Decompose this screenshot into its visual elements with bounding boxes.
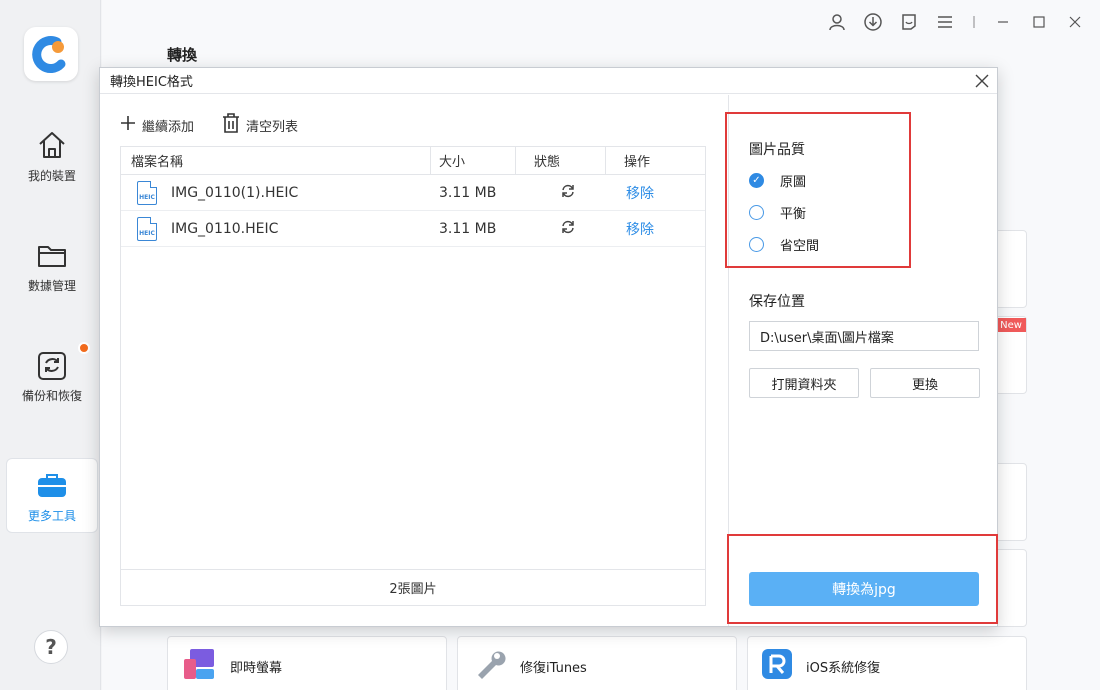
tool-card-screen-mirror[interactable]: 即時螢幕 — [167, 636, 447, 690]
app-logo — [24, 27, 78, 81]
close-window-icon[interactable] — [1066, 13, 1084, 31]
radio-label: 省空間 — [780, 239, 820, 254]
folder-icon — [34, 237, 70, 273]
column-header-status: 狀態 — [516, 147, 606, 174]
wrench-icon — [470, 645, 508, 687]
separator-icon — [972, 13, 976, 31]
menu-icon[interactable] — [936, 13, 954, 31]
quality-option-save-space[interactable]: 省空間 — [749, 235, 819, 254]
ios-repair-icon — [760, 647, 794, 685]
sidebar-item-more-tools[interactable]: 更多工具 — [6, 458, 98, 533]
dialog-close-icon[interactable] — [973, 72, 991, 90]
feedback-icon[interactable] — [900, 13, 918, 31]
sidebar-item-label: 數據管理 — [27, 279, 76, 293]
table-header: 檔案名稱 大小 狀態 操作 — [121, 147, 705, 175]
file-name: IMG_0110.HEIC — [171, 220, 279, 237]
file-name: IMG_0110(1).HEIC — [171, 184, 299, 201]
radio-checked-icon: ✓ — [749, 173, 764, 188]
tool-card-label: 即時螢幕 — [230, 660, 283, 676]
toolbox-icon — [34, 467, 70, 503]
tool-card-label: iOS系統修復 — [806, 660, 881, 676]
tool-card-repair-itunes[interactable]: 修復iTunes — [457, 636, 737, 690]
quality-option-balanced[interactable]: 平衡 — [749, 203, 806, 222]
quality-title: 圖片品質 — [749, 142, 805, 158]
file-table: 檔案名稱 大小 狀態 操作 HEIC IMG_0110(1).HEIC 3.11… — [120, 146, 706, 606]
radio-label: 原圖 — [780, 175, 807, 190]
plus-icon — [120, 115, 136, 135]
window-topbar — [810, 0, 1100, 44]
home-icon — [34, 127, 70, 163]
sidebar-item-label: 更多工具 — [27, 509, 76, 523]
convert-heic-dialog: 轉換HEIC格式 繼續添加 清空列表 檔案名稱 大小 狀態 操作 HEIC IM… — [99, 67, 998, 627]
sidebar-item-data-management[interactable]: 數據管理 — [6, 228, 98, 303]
heic-file-icon: HEIC — [137, 180, 157, 205]
remove-link[interactable]: 移除 — [606, 219, 696, 239]
sync-status-icon — [560, 184, 576, 203]
radio-label: 平衡 — [780, 207, 807, 222]
sidebar-item-my-device[interactable]: 我的裝置 — [6, 118, 98, 193]
radio-unchecked-icon — [749, 237, 764, 252]
minimize-icon[interactable] — [994, 13, 1012, 31]
column-header-name: 檔案名稱 — [121, 147, 431, 174]
dialog-header: 轉換HEIC格式 — [100, 68, 997, 94]
help-icon: ? — [45, 635, 57, 659]
file-toolbar: 繼續添加 清空列表 — [120, 113, 298, 137]
download-icon[interactable] — [864, 13, 882, 31]
change-location-button[interactable]: 更換 — [870, 368, 980, 398]
maximize-icon[interactable] — [1030, 13, 1048, 31]
table-row: HEIC IMG_0110.HEIC 3.11 MB 移除 — [121, 211, 705, 247]
remove-link[interactable]: 移除 — [606, 183, 696, 203]
app-logo-icon — [32, 36, 66, 73]
radio-unchecked-icon — [749, 205, 764, 220]
convert-to-jpg-button[interactable]: 轉換為jpg — [749, 572, 979, 606]
clear-list-label: 清空列表 — [246, 119, 299, 135]
save-location-title: 保存位置 — [749, 294, 805, 310]
sidebar: 我的裝置 數據管理 備份和恢復 更多工具 ? — [0, 0, 101, 690]
tool-card-ios-repair[interactable]: iOS系統修復 — [747, 636, 1027, 690]
file-size: 3.11 MB — [439, 220, 497, 237]
notification-dot — [78, 342, 90, 354]
help-button[interactable]: ? — [34, 630, 68, 664]
user-icon[interactable] — [828, 13, 846, 31]
add-more-button[interactable]: 繼續添加 — [120, 113, 194, 137]
column-header-size: 大小 — [431, 147, 516, 174]
heic-file-icon: HEIC — [137, 216, 157, 241]
new-badge: New — [996, 318, 1026, 332]
open-folder-button[interactable]: 打開資料夾 — [749, 368, 859, 398]
screen-mirror-icon — [180, 645, 218, 687]
save-path-input[interactable] — [749, 321, 979, 351]
settings-panel: 圖片品質 ✓ 原圖 平衡 省空間 保存位置 打開資料夾 更換 轉換為jpg — [725, 95, 998, 626]
quality-option-original[interactable]: ✓ 原圖 — [749, 171, 806, 190]
sidebar-item-label: 我的裝置 — [27, 169, 76, 183]
clear-list-button[interactable]: 清空列表 — [222, 113, 298, 137]
image-count: 2張圖片 — [121, 569, 705, 605]
column-header-action: 操作 — [624, 155, 651, 170]
file-size: 3.11 MB — [439, 184, 497, 201]
sync-status-icon — [560, 220, 576, 239]
dialog-title: 轉換HEIC格式 — [110, 75, 193, 90]
file-list-panel: 繼續添加 清空列表 檔案名稱 大小 狀態 操作 HEIC IMG_0110(1)… — [100, 95, 727, 626]
page-title: 轉換 — [167, 46, 198, 64]
backup-restore-icon — [34, 347, 70, 383]
trash-icon — [222, 113, 240, 137]
add-more-label: 繼續添加 — [142, 119, 195, 135]
tool-card-label: 修復iTunes — [520, 660, 587, 676]
table-row: HEIC IMG_0110(1).HEIC 3.11 MB 移除 — [121, 175, 705, 211]
sidebar-item-label: 備份和恢復 — [21, 389, 82, 403]
